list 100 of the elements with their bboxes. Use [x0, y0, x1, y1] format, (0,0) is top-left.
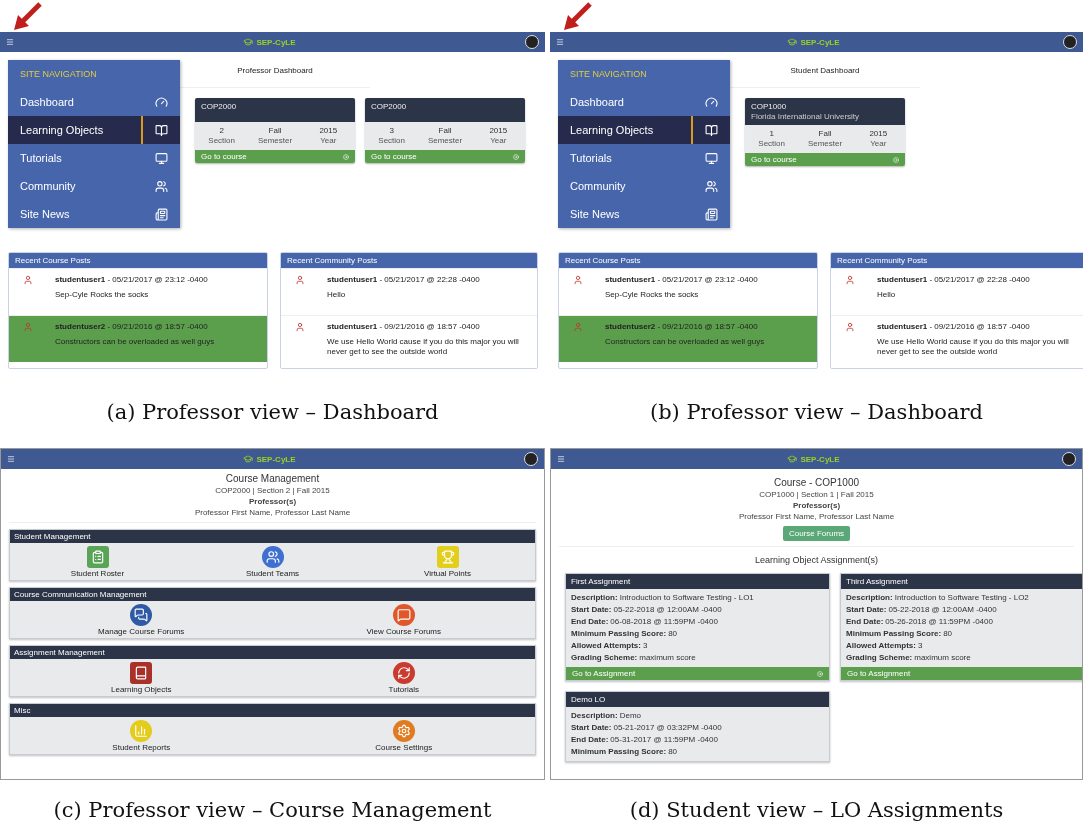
nav-item[interactable]: Tutorials: [558, 144, 730, 172]
nav-item[interactable]: Community: [558, 172, 730, 200]
monitor-icon: [705, 151, 718, 165]
user-avatar-icon: [845, 322, 855, 332]
nav-item[interactable]: Tutorials: [8, 144, 180, 172]
gauge-icon: [705, 95, 718, 109]
section-header: Course Communication Management: [10, 588, 535, 601]
tool-button[interactable]: Learning Objects: [76, 662, 207, 694]
avatar[interactable]: [1062, 452, 1076, 466]
gauge-icon: [155, 95, 168, 109]
avatar[interactable]: [1063, 35, 1077, 49]
menu-button[interactable]: [6, 38, 14, 46]
nav-item[interactable]: Site News: [558, 200, 730, 228]
card-header: Demo LO: [566, 692, 829, 707]
tool-button[interactable]: Virtual Points: [382, 546, 513, 578]
nav-item[interactable]: Dashboard: [558, 88, 730, 116]
professor-names: Professor First Name, Professor Last Name: [194, 508, 351, 517]
menu-button[interactable]: [7, 455, 15, 463]
assignment-field: Minimum Passing Score: 80: [571, 747, 824, 756]
card-header: First Assignment: [566, 574, 829, 589]
menu-button[interactable]: [556, 38, 564, 46]
user-avatar-icon: [845, 275, 855, 285]
assignment-field: Description: Introduction to Software Testing - LO1: [571, 593, 824, 602]
arrow-circle-icon: [817, 670, 823, 677]
avatar[interactable]: [525, 35, 539, 49]
stat-label: Year: [320, 136, 337, 145]
go-to-course-link[interactable]: Go to course: [745, 153, 905, 166]
stat-value: 1: [769, 129, 774, 138]
course-code: COP2000: [371, 102, 408, 111]
post-text: We use Hello World cause if you do this major you will never get to see the outside world: [327, 337, 520, 358]
card-header: Third Assignment: [841, 574, 1082, 589]
assignment-field: Start Date: 05-22-2018 @ 12:00AM -0400: [571, 605, 824, 614]
tool-button[interactable]: Student Teams: [207, 546, 338, 578]
chat-icon: [130, 604, 153, 626]
go-to-course-link[interactable]: Go to course: [195, 150, 355, 163]
assignment-field: Minimum Passing Score: 80: [571, 629, 824, 638]
brand-name: SEP-CyLE: [256, 37, 296, 47]
figure-caption: (a) Professor view – Dashboard: [106, 399, 439, 424]
newspaper-icon: [705, 207, 718, 221]
stat-value: 2015: [489, 126, 508, 135]
go-to-course-link[interactable]: Go to course: [365, 150, 525, 163]
assignment-field: Description: Demo: [571, 711, 824, 720]
post-text: Hello: [877, 290, 897, 301]
post-meta: studentuser1 - 09/21/2016 @ 18:57 -0400: [327, 322, 481, 331]
section-header: Misc: [10, 704, 535, 717]
course-info: COP1000 | Section 1 | Fall 2015: [759, 490, 874, 499]
professors-label: Professor(s): [248, 497, 297, 506]
stat-value: Fall: [818, 129, 832, 138]
user-avatar-icon: [295, 322, 305, 332]
tool-button[interactable]: Manage Course Forums: [76, 604, 207, 636]
book-icon: [155, 123, 168, 137]
stat-value: 2015: [319, 126, 338, 135]
stat-label: Year: [490, 136, 507, 145]
stat-label: Year: [870, 139, 887, 148]
page-title: Course - COP1000: [773, 477, 859, 488]
nav-item[interactable]: Site News: [8, 200, 180, 228]
nav-item[interactable]: Learning Objects: [558, 116, 730, 144]
course-forums-button[interactable]: Course Forums: [782, 526, 851, 541]
post-meta: studentuser1 - 09/21/2016 @ 18:57 -0400: [877, 322, 1031, 331]
stat-label: Section: [378, 136, 405, 145]
bar-chart-icon: [130, 720, 153, 742]
book-icon: [705, 123, 718, 137]
menu-heading: SITE NAVIGATION: [569, 68, 648, 81]
avatar[interactable]: [524, 452, 538, 466]
nav-item[interactable]: Learning Objects: [8, 116, 180, 144]
brand-name: SEP-CyLE: [800, 37, 840, 47]
panel-header: Recent Course Posts: [559, 253, 817, 268]
user-avatar-icon: [23, 322, 33, 332]
nav-item[interactable]: Community: [8, 172, 180, 200]
post-meta: studentuser1 - 05/21/2017 @ 22:28 -0400: [327, 275, 480, 284]
stat-label: Semester: [427, 136, 463, 145]
tool-button[interactable]: Student Roster: [32, 546, 163, 578]
arrow-circle-icon: [513, 153, 519, 160]
panel-header: Recent Course Posts: [9, 253, 267, 268]
go-to-assignment-link[interactable]: Go to Assignment: [841, 667, 1082, 680]
tool-button[interactable]: Course Settings: [338, 720, 469, 752]
brand-name: SEP-CyLE: [800, 454, 840, 464]
tool-button[interactable]: Student Reports: [76, 720, 207, 752]
page-title: Student Dashboard: [730, 66, 920, 88]
post-text: Sep-Cyle Rocks the socks: [55, 290, 150, 301]
go-to-assignment-link[interactable]: Go to Assignment: [566, 667, 829, 680]
chat-icon: [392, 604, 415, 626]
stat-value: 2: [219, 126, 224, 135]
monitor-icon: [155, 151, 168, 165]
users-icon: [155, 179, 168, 193]
brand-name: SEP-CyLE: [256, 454, 296, 464]
stat-label: Semester: [807, 139, 843, 148]
professors-label: Professor(s): [792, 501, 841, 510]
user-avatar-icon: [23, 275, 33, 285]
tool-button[interactable]: Tutorials: [338, 662, 469, 694]
tool-button[interactable]: View Course Forums: [338, 604, 469, 636]
stat-value: 3: [389, 126, 394, 135]
menu-button[interactable]: [557, 455, 565, 463]
section-title: Learning Object Assignment(s): [753, 555, 880, 565]
assignment-field: Allowed Attempts: 3: [571, 641, 824, 650]
figure-caption: (d) Student view – LO Assignments: [629, 797, 1004, 822]
post-meta: studentuser2 - 09/21/2016 @ 18:57 -0400: [605, 322, 759, 331]
assignment-field: Description: Introduction to Software Testing - LO2: [846, 593, 1082, 602]
trophy-icon: [436, 546, 459, 568]
nav-item[interactable]: Dashboard: [8, 88, 180, 116]
